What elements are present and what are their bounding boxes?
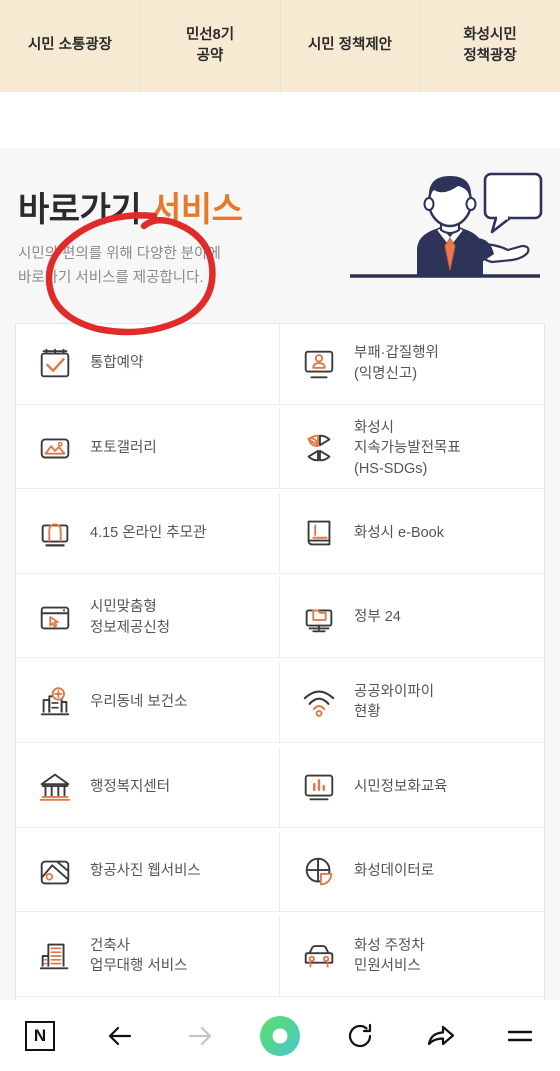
wifi-icon — [298, 681, 340, 723]
tab-policy-proposal[interactable]: 시민 정책제안 — [280, 0, 420, 92]
service-item-tonghap-yeyak[interactable]: 통합예약 — [16, 324, 280, 405]
hamburger-menu-icon — [504, 1020, 536, 1052]
service-item-label: 부패·갑질행위 (익명신고) — [354, 345, 439, 382]
service-item-label: 화성데이터로 — [354, 863, 435, 880]
service-item-label: 공공와이파이 현황 — [354, 683, 435, 721]
government-building-icon — [34, 766, 76, 808]
service-item-data-portal[interactable]: 화성데이터로 — [280, 831, 544, 913]
service-item-gov24[interactable]: 정부 24 — [280, 577, 544, 659]
service-item-label: 항공사진 웹서비스 — [90, 863, 201, 880]
service-item-parking-service[interactable]: 화성 주정차 민원서비스 — [280, 916, 544, 997]
page-title-primary: 바로가기 — [18, 191, 142, 229]
calendar-check-icon — [34, 343, 76, 385]
arrow-right-icon — [184, 1020, 216, 1052]
forward-button — [173, 1009, 227, 1063]
tab-pledge[interactable]: 민선8기 공약 — [140, 0, 280, 92]
pie-chart-data-icon — [298, 851, 340, 893]
health-center-icon — [34, 681, 76, 723]
photo-gallery-icon — [34, 427, 76, 469]
service-item-architect-service[interactable]: 건축사 업무대행 서비스 — [16, 916, 280, 997]
service-item-label: 4.15 온라인 추모관 — [90, 524, 207, 541]
service-item-label: 행정복지센터 — [90, 778, 171, 795]
hero-section: 바로가기 서비스 시민의 편의를 위해 다양한 분야에 바로가기 서비스를 제공… — [0, 148, 560, 323]
service-item-info-request[interactable]: 시민맞춤형 정보제공신청 — [16, 577, 280, 659]
service-item-label: 화성시 지속가능발전목표 (HS-SDGs) — [354, 419, 461, 477]
service-item-welfare-center[interactable]: 행정복지센터 — [16, 747, 280, 828]
service-item-aerial-photo[interactable]: 항공사진 웹서비스 — [16, 831, 280, 913]
service-item-label: 포토갤러리 — [90, 440, 157, 457]
service-item-label: 건축사 업무대행 서비스 — [90, 937, 188, 975]
service-item-ebook[interactable]: 화성시 e-Book — [280, 493, 544, 574]
page-body: 바로가기 서비스 시민의 편의를 위해 다양한 분야에 바로가기 서비스를 제공… — [0, 148, 560, 1071]
anonymous-report-monitor-icon — [298, 343, 340, 385]
service-item-label: 시민정보화교육 — [354, 778, 448, 795]
service-item-label: 정부 24 — [354, 609, 401, 626]
service-item-info-education[interactable]: 시민정보화교육 — [280, 747, 544, 828]
sdg-petal-circle-icon — [298, 427, 340, 469]
tab-citizen-communication[interactable]: 시민 소통광장 — [0, 0, 140, 92]
browser-cursor-icon — [34, 597, 76, 639]
tab-hwaseong-policy-plaza[interactable]: 화성시민 정책광장 — [420, 0, 560, 92]
share-button[interactable] — [413, 1009, 467, 1063]
service-item-memorial[interactable]: 4.15 온라인 추모관 — [16, 493, 280, 574]
mobile-browser-screen: 시민 소통광장 민선8기 공약 시민 정책제안 화성시민 정책광장 바로가기 서… — [0, 0, 560, 1071]
aerial-photo-map-icon — [34, 851, 76, 893]
menu-button[interactable] — [493, 1009, 547, 1063]
car-parking-icon — [298, 935, 340, 977]
ebook-icon — [298, 512, 340, 554]
reload-icon — [344, 1020, 376, 1052]
businessman-speech-bubble-illustration — [340, 166, 550, 286]
arrow-left-icon — [104, 1020, 136, 1052]
service-item-anonymous-report[interactable]: 부패·갑질행위 (익명신고) — [280, 324, 544, 405]
service-shortcut-grid: 통합예약 부패·갑질행위 (익명신고) 포토갤러리 화성시 지속가능발전목표 (… — [15, 323, 545, 1001]
bar-chart-monitor-icon — [298, 766, 340, 808]
share-arrow-icon — [424, 1020, 456, 1052]
top-tab-nav: 시민 소통광장 민선8기 공약 시민 정책제안 화성시민 정책광장 — [0, 0, 560, 92]
page-title-accent: 서비스 — [150, 191, 243, 229]
service-item-hs-sdgs[interactable]: 화성시 지속가능발전목표 (HS-SDGs) — [280, 408, 544, 490]
service-item-label: 화성 주정차 민원서비스 — [354, 937, 425, 975]
naver-n-icon: N — [25, 1021, 55, 1051]
memorial-hall-icon — [34, 512, 76, 554]
service-item-photo-gallery[interactable]: 포토갤러리 — [16, 408, 280, 490]
green-ring-icon — [259, 1015, 301, 1057]
browser-bottom-bar: N — [0, 1000, 560, 1071]
service-item-label: 시민맞춤형 정보제공신청 — [90, 599, 171, 636]
reload-button[interactable] — [333, 1009, 387, 1063]
service-item-label: 화성시 e-Book — [354, 524, 444, 541]
service-item-health-center[interactable]: 우리동네 보건소 — [16, 662, 280, 743]
service-item-label: 통합예약 — [90, 355, 144, 372]
content-spacer — [0, 92, 560, 148]
building-office-icon — [34, 935, 76, 977]
service-item-label: 우리동네 보건소 — [90, 693, 188, 710]
naver-home-button[interactable]: N — [13, 1009, 67, 1063]
back-button[interactable] — [93, 1009, 147, 1063]
service-item-public-wifi[interactable]: 공공와이파이 현황 — [280, 662, 544, 743]
naver-search-button[interactable] — [253, 1009, 307, 1063]
government-monitor-folder-icon — [298, 597, 340, 639]
